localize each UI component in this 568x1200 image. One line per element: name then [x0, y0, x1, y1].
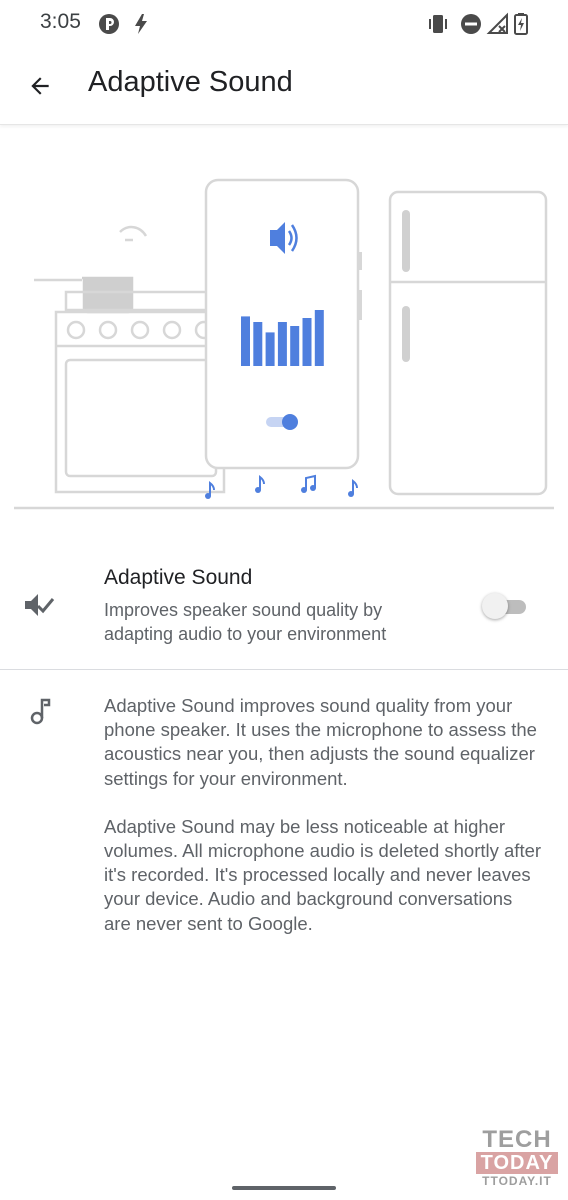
arrow-back-icon	[31, 77, 49, 95]
setting-title: Adaptive Sound	[104, 566, 253, 589]
page-title: Adaptive Sound	[88, 66, 293, 98]
equalizer-bar	[265, 332, 275, 366]
setting-summary: Improves speaker sound quality by adapti…	[104, 600, 387, 644]
no-signal-icon	[486, 12, 510, 41]
equalizer-bar	[241, 316, 250, 366]
watermark-line-tech: TECH	[482, 1126, 552, 1153]
info-paragraph: Adaptive Sound may be less noticeable at…	[104, 815, 542, 934]
info-text: Adaptive Sound improves sound quality fr…	[104, 694, 544, 960]
equalizer-bar	[253, 322, 263, 366]
status-time: 3:05	[40, 10, 81, 33]
do-not-disturb-icon	[459, 12, 483, 41]
flash-icon	[130, 12, 152, 41]
equalizer-bar	[277, 322, 287, 366]
equalizer-bar	[290, 326, 300, 366]
equalizer-bar	[302, 318, 312, 366]
notification-app-icon	[97, 12, 121, 41]
adaptive-sound-toggle[interactable]	[482, 592, 530, 620]
gesture-nav-handle[interactable]	[232, 1186, 336, 1190]
status-bar: 3:05	[0, 0, 568, 48]
equalizer-bar	[314, 310, 324, 366]
music-notes	[205, 474, 358, 499]
adaptive-sound-icon	[22, 590, 56, 625]
adaptive-sound-setting[interactable]: Adaptive Sound Improves speaker sound qu…	[0, 552, 568, 668]
watermark-line-today: TODAY	[476, 1152, 558, 1174]
divider	[0, 669, 568, 670]
battery-charging-icon	[512, 12, 530, 41]
info-paragraph: Adaptive Sound improves sound quality fr…	[104, 695, 537, 789]
music-note-icon	[28, 696, 52, 731]
watermark-url: TTODAY.IT	[482, 1174, 552, 1188]
vibrate-icon	[426, 12, 450, 41]
back-button[interactable]	[20, 68, 60, 104]
toggle-thumb	[482, 593, 508, 619]
app-bar: Adaptive Sound	[0, 48, 568, 125]
adaptive-sound-illustration	[0, 160, 568, 520]
watermark-logo: TECH TODAY TTODAY.IT	[476, 1128, 558, 1188]
